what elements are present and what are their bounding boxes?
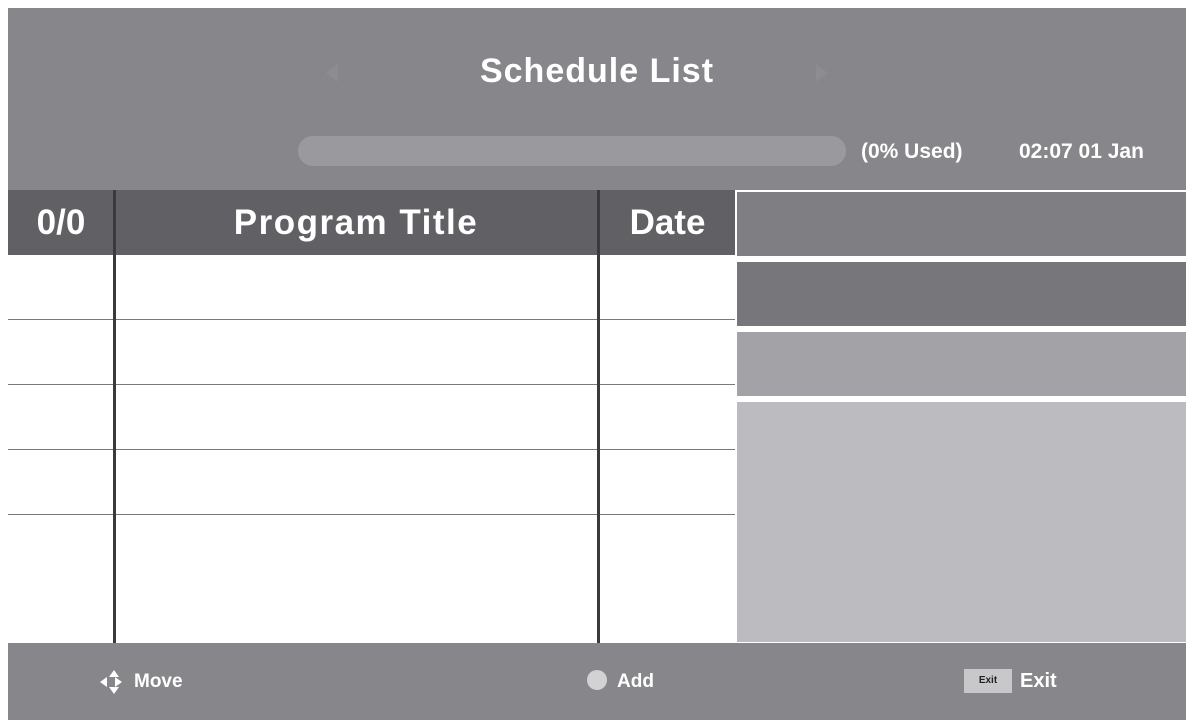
storage-usage-bar xyxy=(298,136,846,166)
table-header: 0/0 Program Title Date xyxy=(8,190,735,255)
storage-usage-text: (0% Used) xyxy=(861,140,963,163)
move-label: Move xyxy=(134,671,183,692)
exit-label: Exit xyxy=(1020,670,1057,692)
page-title: Schedule List xyxy=(479,52,715,90)
table-row[interactable] xyxy=(8,255,735,320)
table-row[interactable] xyxy=(8,450,735,515)
info-field xyxy=(737,192,1186,256)
info-field xyxy=(737,332,1186,396)
schedule-list-screen: Schedule List (0% Used) 02:07 01 Jan 0/0… xyxy=(8,8,1186,720)
exit-key-icon: Exit xyxy=(964,668,1012,693)
column-header-count: 0/0 xyxy=(36,203,86,242)
next-arrow-icon[interactable] xyxy=(816,64,828,82)
add-hint[interactable]: Add xyxy=(587,643,654,720)
column-divider xyxy=(113,190,116,643)
add-label: Add xyxy=(617,671,654,692)
table-row[interactable] xyxy=(8,320,735,385)
circle-icon xyxy=(587,669,607,690)
column-divider xyxy=(597,190,600,643)
info-description xyxy=(737,402,1186,642)
clock: 02:07 01 Jan xyxy=(1019,140,1144,163)
table-row[interactable] xyxy=(8,515,735,643)
column-header-date: Date xyxy=(629,203,706,242)
info-field xyxy=(737,262,1186,326)
footer-hint-bar: Move Add Exit Exit xyxy=(8,643,1186,720)
move-hint[interactable]: Move xyxy=(98,643,183,720)
column-header-program-title: Program Title xyxy=(233,203,479,242)
table-row[interactable] xyxy=(8,385,735,450)
directional-arrows-icon xyxy=(98,669,130,694)
header: Schedule List (0% Used) 02:07 01 Jan xyxy=(8,8,1186,190)
exit-hint[interactable]: Exit Exit xyxy=(964,643,1057,720)
